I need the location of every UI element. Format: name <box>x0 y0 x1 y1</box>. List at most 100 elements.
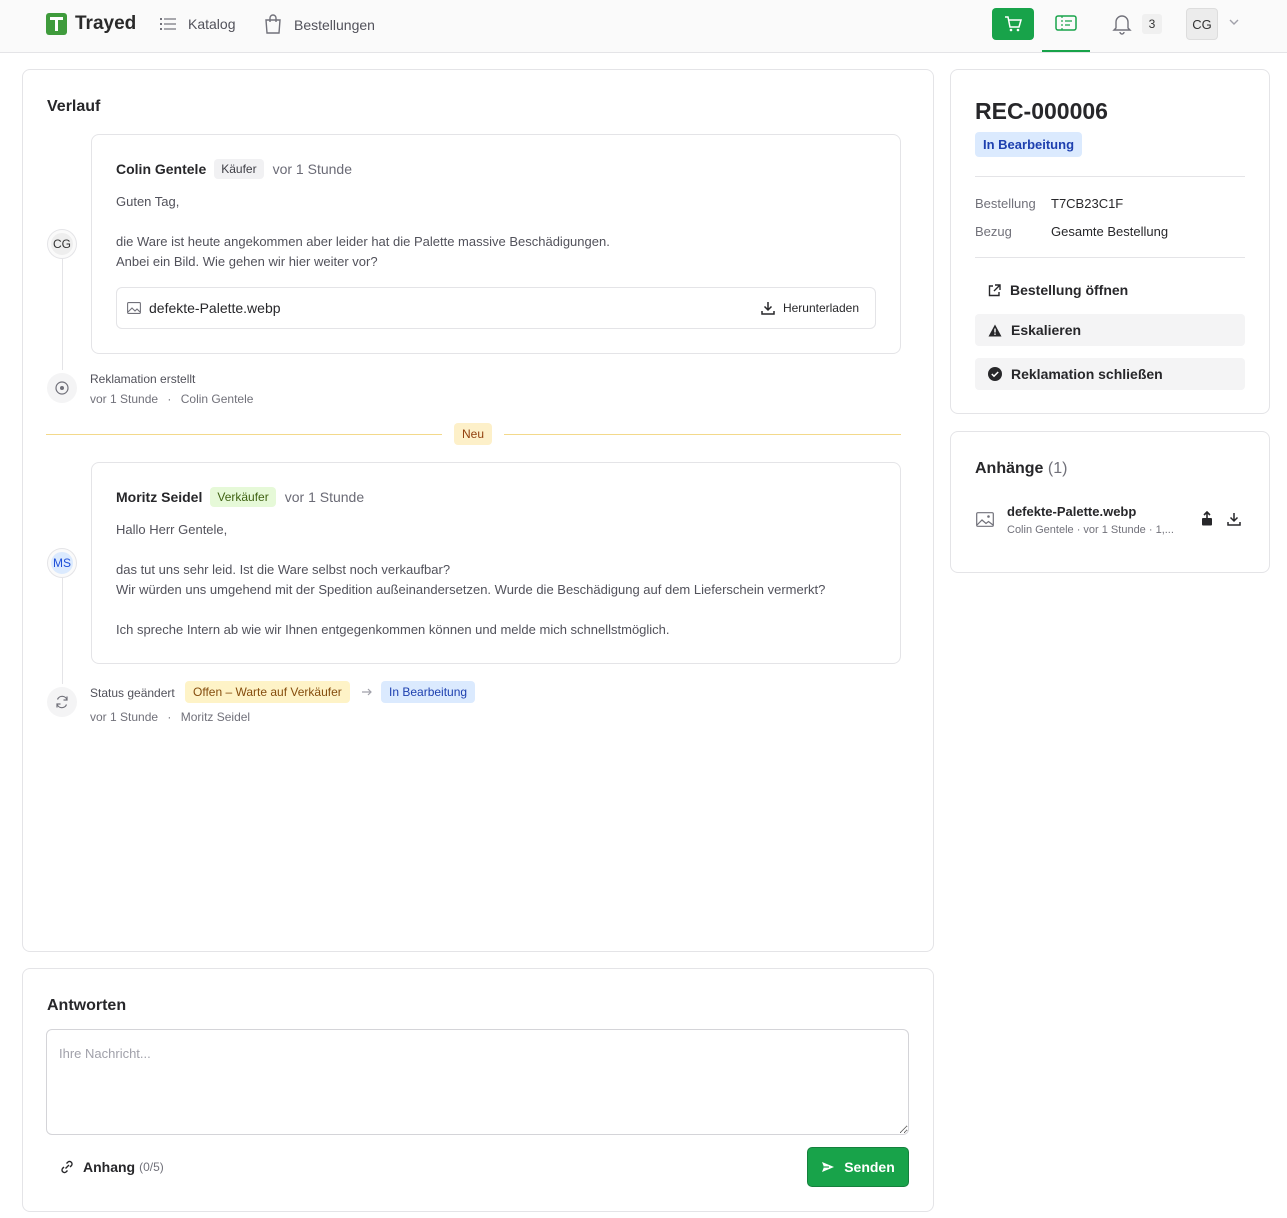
event-created-meta: vor 1 Stunde · Colin Gentele <box>90 392 253 406</box>
attachment-file-name[interactable]: defekte-Palette.webp <box>1007 504 1136 519</box>
attachments-title: Anhänge (1) <box>975 460 1067 478</box>
attachment-filename: defekte-Palette.webp <box>149 300 281 316</box>
logo-mark-icon <box>46 13 67 35</box>
message-text-line: Wir würden uns umgehend mit der Speditio… <box>116 582 826 597</box>
top-navigation-bar: Trayed Katalog Bestellungen 3 CG <box>0 0 1287 53</box>
refresh-icon <box>56 695 68 709</box>
notifications-button[interactable] <box>1112 13 1132 40</box>
nav-catalog-label: Katalog <box>188 16 236 32</box>
event-time: vor 1 Stunde <box>90 392 159 406</box>
nav-orders-label: Bestellungen <box>294 17 375 33</box>
user-avatar[interactable]: CG <box>1186 8 1218 40</box>
order-label: Bestellung <box>975 196 1036 211</box>
message-card-seller: Moritz Seidel Verkäufer vor 1 Stunde Hal… <box>91 462 901 664</box>
reference-value: Gesamte Bestellung <box>1051 224 1169 239</box>
download-button[interactable]: Herunterladen <box>761 301 859 315</box>
download-label: Herunterladen <box>782 301 859 315</box>
attachments-title-label: Anhänge <box>975 460 1044 477</box>
nav-catalog[interactable]: Katalog <box>160 16 235 32</box>
attach-count: (0/5) <box>139 1160 164 1174</box>
message-text-line: Hallo Herr Gentele, <box>116 522 228 537</box>
meta-separator: · <box>167 392 172 406</box>
message-text-line: Anbei ein Bild. Wie gehen wir hier weite… <box>116 254 378 269</box>
attachments-count: (1) <box>1047 460 1068 477</box>
meta-separator: · <box>167 710 172 724</box>
chevron-down-icon[interactable] <box>1228 18 1240 26</box>
status-from-badge: Offen – Warte auf Verkäufer <box>185 681 350 703</box>
avatar-moritz-seidel: MS <box>48 549 76 577</box>
order-value: T7CB23C1F <box>1051 196 1124 211</box>
new-badge: Neu <box>454 423 493 445</box>
send-icon <box>822 1162 835 1172</box>
event-status-icon <box>47 687 77 717</box>
app-name: Trayed <box>75 13 137 34</box>
role-badge-seller: Verkäufer <box>210 487 276 507</box>
event-status-title: Status geändert <box>90 686 175 700</box>
reply-message-input[interactable] <box>46 1029 909 1135</box>
avatar-colin-gentele: CG <box>48 230 76 258</box>
external-link-icon <box>988 283 1001 296</box>
message-text-line: das tut uns sehr leid. Ist die Ware selb… <box>116 562 451 577</box>
bell-icon <box>1112 15 1132 35</box>
download-icon <box>761 302 775 315</box>
timeline-connector <box>62 258 63 370</box>
message-header: Colin Gentele Käufer vor 1 Stunde <box>116 159 352 179</box>
reclamation-status-badge: In Bearbeitung <box>975 132 1083 157</box>
cart-icon <box>1005 16 1022 32</box>
event-actor: Colin Gentele <box>180 392 254 406</box>
paperclip-icon <box>61 1160 73 1174</box>
event-time: vor 1 Stunde <box>90 710 159 724</box>
open-order-label: Bestellung öffnen <box>1010 282 1129 298</box>
message-header: Moritz Seidel Verkäufer vor 1 Stunde <box>116 487 364 507</box>
message-card-buyer: Colin Gentele Käufer vor 1 Stunde Guten … <box>91 134 901 354</box>
role-badge-buyer: Käufer <box>214 159 264 179</box>
send-label: Senden <box>844 1159 895 1175</box>
message-text-line: die Ware ist heute angekommen aber leide… <box>116 234 610 249</box>
timeline-connector <box>62 578 63 684</box>
escalate-label: Eskalieren <box>1011 322 1082 338</box>
attachment-file-meta: Colin Gentele · vor 1 Stunde · 1,... <box>1007 524 1174 536</box>
reclamation-details-card: REC-000006 In Bearbeitung Bestellung T7C… <box>950 69 1270 414</box>
image-file-icon <box>976 512 994 527</box>
message-time: vor 1 Stunde <box>272 161 352 177</box>
add-attachment-button[interactable]: Anhang (0/5) <box>60 1159 164 1175</box>
image-file-icon <box>127 302 141 314</box>
download-icon[interactable] <box>1227 512 1241 526</box>
nav-orders[interactable]: Bestellungen <box>264 14 375 34</box>
reply-title: Antworten <box>47 997 127 1014</box>
reclamation-id: REC-000006 <box>975 98 1108 124</box>
notification-count-badge: 3 <box>1142 14 1162 34</box>
event-created-icon <box>47 373 77 403</box>
app-logo[interactable]: Trayed <box>46 13 136 35</box>
message-author: Moritz Seidel <box>116 489 203 505</box>
close-reclamation-button[interactable]: Reklamation schließen <box>975 358 1245 390</box>
message-time: vor 1 Stunde <box>284 489 365 505</box>
open-order-button[interactable]: Bestellung öffnen <box>975 274 1245 306</box>
event-actor: Moritz Seidel <box>180 710 251 724</box>
check-circle-icon <box>988 367 1002 381</box>
send-button[interactable]: Senden <box>807 1147 909 1187</box>
event-created-title: Reklamation erstellt <box>90 372 196 386</box>
close-reclamation-label: Reklamation schließen <box>1011 366 1163 382</box>
list-icon <box>160 18 176 30</box>
message-text-line: Guten Tag, <box>116 194 180 209</box>
arrow-right-icon <box>362 688 372 696</box>
divider <box>975 176 1245 177</box>
shopping-bag-icon <box>265 14 281 34</box>
timeline-title: Verlauf <box>47 98 101 115</box>
share-icon[interactable] <box>1201 511 1213 526</box>
attachments-card: Anhänge (1) defekte-Palette.webp Colin G… <box>950 431 1270 573</box>
cart-button[interactable] <box>992 8 1034 40</box>
message-attachment[interactable]: defekte-Palette.webp Herunterladen <box>116 287 876 329</box>
attach-label: Anhang <box>83 1159 136 1175</box>
reference-label: Bezug <box>975 224 1012 239</box>
circle-dot-icon <box>55 381 69 395</box>
warning-icon <box>988 324 1002 336</box>
ticket-icon <box>1055 15 1077 31</box>
event-status-meta: vor 1 Stunde · Moritz Seidel <box>90 710 250 724</box>
status-to-badge: In Bearbeitung <box>381 681 476 703</box>
message-author: Colin Gentele <box>116 161 207 177</box>
escalate-button[interactable]: Eskalieren <box>975 314 1245 346</box>
tab-reclamations[interactable] <box>1042 8 1090 52</box>
divider <box>975 257 1245 258</box>
